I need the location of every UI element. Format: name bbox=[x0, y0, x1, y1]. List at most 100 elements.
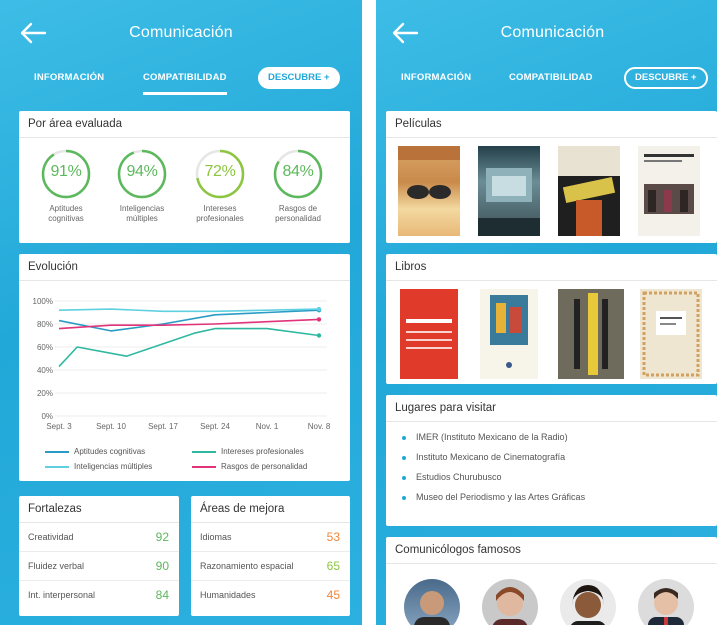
table-row: Creatividad 92 bbox=[19, 523, 179, 552]
movie-poster-art bbox=[478, 168, 540, 236]
book-cover[interactable] bbox=[558, 289, 624, 379]
row-value: 92 bbox=[155, 530, 169, 544]
discover-button[interactable]: DESCUBRE + bbox=[624, 67, 708, 89]
evolution-chart: 0% 20% 40% 60% 80% 100% Sept. 3 Sept. 10 Sept. 1… bbox=[33, 297, 331, 431]
row-value: 53 bbox=[326, 530, 340, 544]
legend-item: Aptitudes cognitivas bbox=[45, 447, 145, 456]
movie-poster-art bbox=[644, 154, 694, 214]
books-card-title: Libros bbox=[386, 254, 717, 281]
list-item[interactable]: Instituto Mexicano de Cinematografía bbox=[400, 452, 717, 472]
ring-aptitudes: 91% Aptitudes cognitivas bbox=[31, 148, 101, 224]
x-tick-label: Sept. 3 bbox=[46, 422, 72, 431]
avatar[interactable] bbox=[638, 579, 694, 625]
legend-swatch bbox=[45, 450, 69, 453]
y-tick-label: 100% bbox=[33, 297, 53, 306]
ring-label: Rasgos de personalidad bbox=[275, 204, 321, 223]
legend-swatch bbox=[192, 450, 216, 453]
movie-poster[interactable] bbox=[638, 146, 700, 236]
movie-poster-art bbox=[558, 146, 620, 236]
table-row: Idiomas 53 bbox=[191, 523, 350, 552]
x-tick-label: Sept. 24 bbox=[200, 422, 230, 431]
discover-button[interactable]: DESCUBRE + bbox=[258, 67, 340, 89]
avatar-art bbox=[492, 587, 528, 625]
row-value: 84 bbox=[155, 588, 169, 602]
legend-item: Rasgos de personalidad bbox=[192, 462, 307, 471]
tab-compatibilidad[interactable]: COMPATIBILIDAD bbox=[143, 72, 227, 95]
y-tick-label: 80% bbox=[37, 320, 53, 329]
list-item[interactable]: Museo del Periodismo y las Artes Gráfica… bbox=[400, 492, 717, 512]
x-tick-label: Sept. 10 bbox=[96, 422, 126, 431]
avatar-art bbox=[414, 591, 450, 625]
tab-informacion[interactable]: INFORMACIÓN bbox=[401, 72, 471, 83]
ring-value: 91% bbox=[50, 163, 82, 180]
table-row: Int. interpersonal 84 bbox=[19, 581, 179, 610]
list-item[interactable]: IMER (Instituto Mexicano de la Radio) bbox=[400, 432, 717, 452]
ring-value: 84% bbox=[282, 163, 314, 180]
row-label: Int. interpersonal bbox=[28, 590, 96, 600]
book-cover[interactable] bbox=[480, 289, 538, 379]
x-tick-label: Nov. 1 bbox=[256, 422, 279, 431]
evolution-card: Evolución 0% 20% 40% 60% 80% 100% Sept. 3 Sept.… bbox=[19, 254, 350, 481]
ring-intereses: 72% Intereses profesionales bbox=[185, 148, 255, 224]
ring-label: Inteligencias múltiples bbox=[119, 204, 165, 223]
ring-list: 91% Aptitudes cognitivas 94% Inteligencia… bbox=[19, 138, 350, 238]
places-list: IMER (Instituto Mexicano de la Radio) In… bbox=[386, 422, 717, 512]
chart-legend: Aptitudes cognitivas Intereses profesion… bbox=[19, 444, 350, 474]
avatar[interactable] bbox=[404, 579, 460, 625]
tab-compatibilidad[interactable]: COMPATIBILIDAD bbox=[509, 72, 593, 83]
legend-item: Inteligencias múltiples bbox=[45, 462, 152, 471]
app-header: Comunicación bbox=[0, 0, 362, 64]
x-tick-label: Nov. 8 bbox=[308, 422, 331, 431]
avatar-art bbox=[571, 585, 605, 625]
movie-list bbox=[386, 138, 717, 238]
movie-poster[interactable] bbox=[478, 146, 540, 236]
row-value: 90 bbox=[155, 559, 169, 573]
avatar[interactable] bbox=[560, 579, 616, 625]
table-row: Razonamiento espacial 65 bbox=[191, 552, 350, 581]
x-tick-label: Sept. 17 bbox=[148, 422, 178, 431]
tab-informacion[interactable]: INFORMACIÓN bbox=[34, 72, 104, 83]
book-cover-art bbox=[490, 295, 528, 368]
list-item[interactable]: Estudios Churubusco bbox=[400, 472, 717, 492]
improvement-card-title: Áreas de mejora bbox=[191, 496, 350, 523]
y-tick-label: 40% bbox=[37, 366, 53, 375]
movie-poster[interactable] bbox=[558, 146, 620, 236]
row-value: 65 bbox=[326, 559, 340, 573]
series-point bbox=[316, 317, 322, 322]
tab-bar: INFORMACIÓN COMPATIBILIDAD DESCUBRE + bbox=[376, 64, 717, 100]
ring-label: Aptitudes cognitivas bbox=[48, 204, 84, 223]
avatar-art bbox=[648, 588, 684, 625]
table-row: Humanidades 45 bbox=[191, 581, 350, 610]
series-point bbox=[316, 306, 322, 312]
evolution-card-title: Evolución bbox=[19, 254, 350, 281]
app-header: Comunicación bbox=[376, 0, 717, 64]
y-tick-label: 20% bbox=[37, 389, 53, 398]
books-card: Libros bbox=[386, 254, 717, 384]
avatar[interactable] bbox=[482, 579, 538, 625]
movie-poster[interactable] bbox=[398, 146, 460, 236]
ring-rasgos: 84% Rasgos de personalidad bbox=[263, 148, 333, 224]
series-line bbox=[58, 327, 320, 368]
area-card-title: Por área evaluada bbox=[19, 111, 350, 138]
page-title: Comunicación bbox=[129, 24, 233, 41]
row-label: Fluidez verbal bbox=[28, 561, 85, 571]
row-label: Creatividad bbox=[28, 532, 74, 542]
ring-value: 94% bbox=[126, 163, 158, 180]
ring-value: 72% bbox=[204, 163, 236, 180]
improvement-card: Áreas de mejora Idiomas 53 Razonamiento … bbox=[191, 496, 350, 616]
legend-swatch bbox=[192, 465, 216, 468]
strengths-card-title: Fortalezas bbox=[19, 496, 179, 523]
book-cover-art bbox=[642, 291, 700, 377]
row-label: Idiomas bbox=[200, 532, 232, 542]
places-card: Lugares para visitar IMER (Instituto Mex… bbox=[386, 395, 717, 526]
series-point bbox=[316, 333, 322, 338]
movies-card: Películas bbox=[386, 111, 717, 243]
discover-screen: Comunicación INFORMACIÓN COMPATIBILIDAD … bbox=[376, 0, 717, 625]
ring-inteligencias: 94% Inteligencias múltiples bbox=[107, 148, 177, 224]
book-cover-art bbox=[574, 293, 608, 375]
row-value: 45 bbox=[326, 588, 340, 602]
book-cover[interactable] bbox=[400, 289, 458, 379]
famous-card: Comunicólogos famosos bbox=[386, 537, 717, 625]
book-cover[interactable] bbox=[640, 289, 702, 379]
series-line bbox=[58, 308, 320, 313]
